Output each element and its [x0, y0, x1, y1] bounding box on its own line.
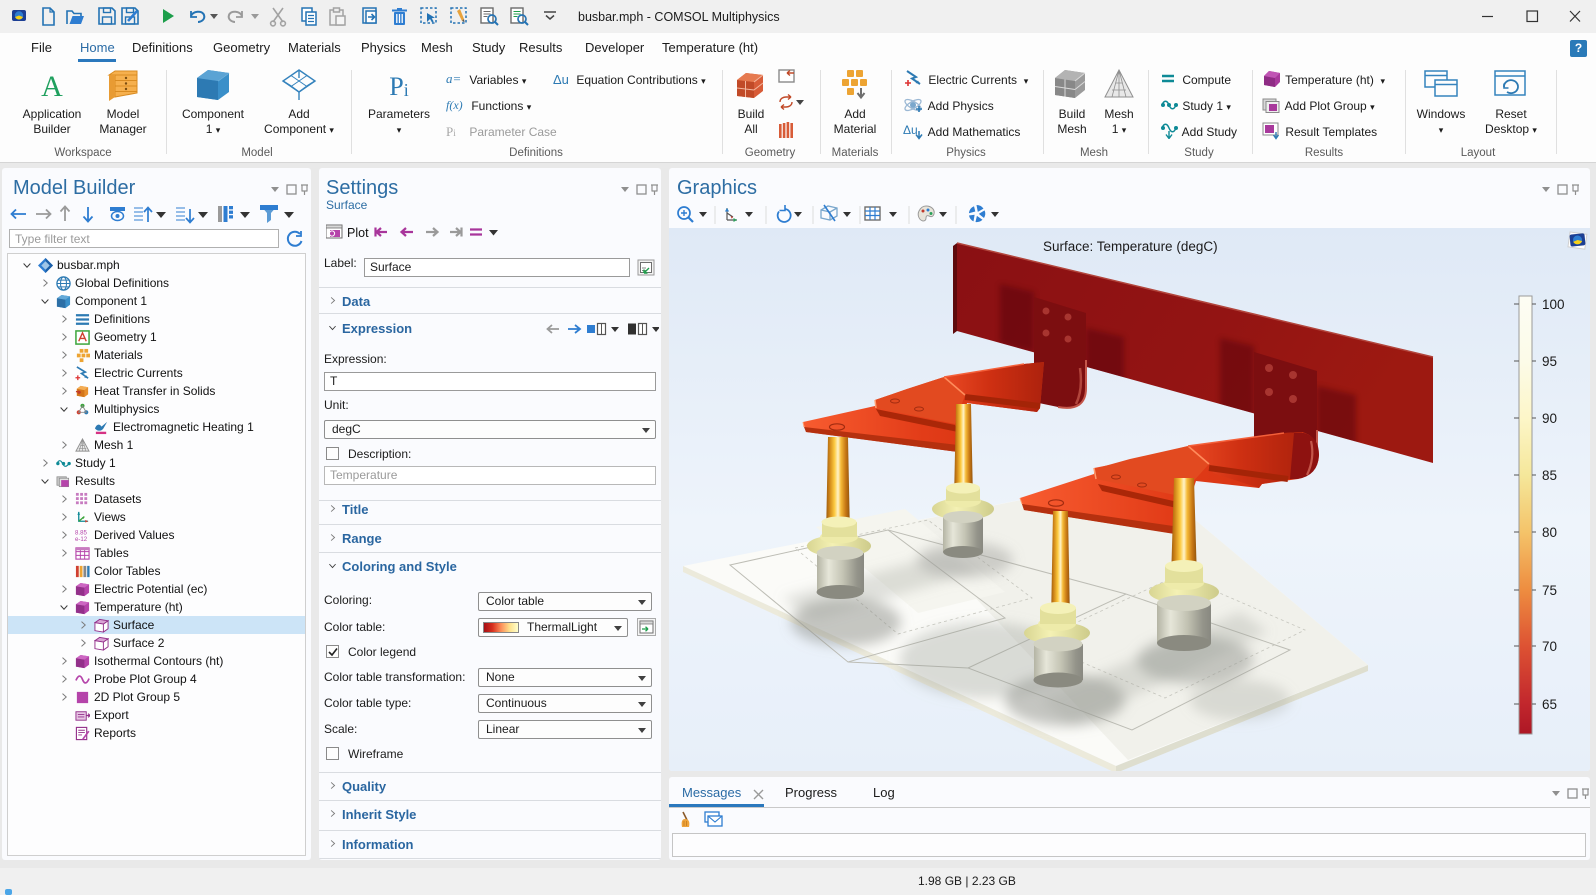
svg-text:f(x): f(x) [446, 98, 463, 112]
svg-text:Pi: Pi [389, 72, 408, 101]
svg-text:65: 65 [1542, 697, 1557, 712]
svg-text:85: 85 [1542, 468, 1557, 483]
svg-text:Surface: Temperature (degC): Surface: Temperature (degC) [1043, 239, 1218, 254]
svg-text:90: 90 [1542, 411, 1557, 426]
svg-text:80: 80 [1542, 525, 1557, 540]
svg-text:Δu: Δu [553, 72, 569, 87]
svg-text:100: 100 [1542, 297, 1565, 312]
svg-text:busbar.mph - COMSOL Multiphysi: busbar.mph - COMSOL Multiphysics [578, 10, 780, 24]
svg-text:95: 95 [1542, 354, 1557, 369]
svg-text:Plot: Plot [347, 226, 369, 240]
svg-text:Pi: Pi [446, 124, 456, 139]
svg-text:75: 75 [1542, 583, 1557, 598]
svg-text:A: A [41, 70, 63, 103]
svg-text:a=: a= [446, 71, 461, 86]
svg-text:70: 70 [1542, 639, 1557, 654]
